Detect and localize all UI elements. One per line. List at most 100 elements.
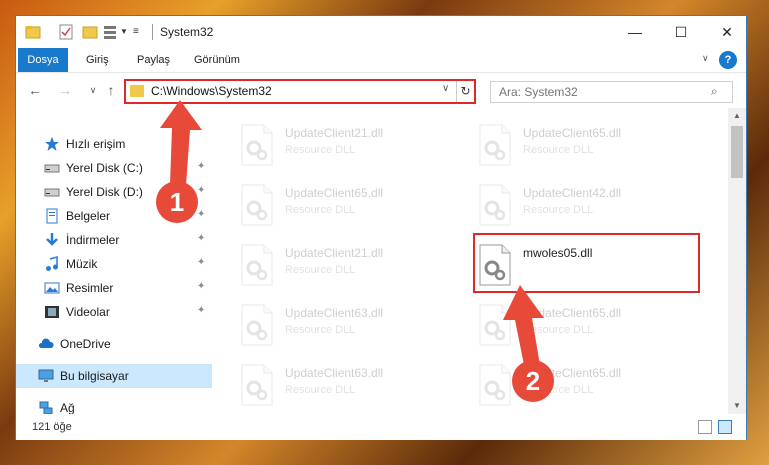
file-item[interactable]: UpdateClient63.dll Resource DLL: [232, 298, 452, 354]
pin-icon[interactable]: ✦: [197, 305, 205, 316]
title-bar: ▼ ≡ System32 — ☐ ✕: [16, 16, 746, 48]
pin-icon[interactable]: ✦: [197, 209, 205, 220]
sidebar-item[interactable]: Hızlı erişim: [16, 132, 212, 156]
search-box[interactable]: ⌕: [490, 81, 733, 103]
tab-gorunum[interactable]: Görünüm: [186, 48, 248, 72]
pin-icon[interactable]: ✦: [197, 233, 205, 244]
search-input[interactable]: [491, 82, 706, 102]
tab-dosya[interactable]: Dosya: [18, 48, 68, 72]
sidebar-item[interactable]: Resimler ✦: [16, 276, 212, 300]
sidebar-item[interactable]: OneDrive: [16, 332, 212, 356]
window-title: System32: [160, 25, 214, 39]
file-name: UpdateClient65.dll: [523, 126, 622, 140]
folder-icon: [25, 26, 41, 39]
folder-icon: [130, 85, 144, 97]
tab-giris[interactable]: Giriş: [78, 48, 117, 72]
file-name: UpdateClient63.dll: [285, 366, 384, 380]
navigation-bar: ← → ∨ ↑ C:\Windows\System32 ∨ ↻ ⌕: [16, 72, 746, 108]
file-item[interactable]: UpdateClient21.dll Resource DLL: [232, 238, 452, 294]
dll-file-icon: [478, 364, 512, 406]
computer-icon: [38, 368, 54, 384]
chevron-down-icon[interactable]: ▼: [120, 24, 130, 40]
file-name: UpdateClient63.dll: [285, 306, 384, 320]
file-explorer-window: ▼ ≡ System32 — ☐ ✕ Dosya Giriş Paylaş Gö…: [15, 15, 747, 440]
sidebar-item[interactable]: Yerel Disk (C:) ✦: [16, 156, 212, 180]
pin-icon[interactable]: ✦: [197, 185, 205, 196]
sidebar-item-label: Yerel Disk (C:): [66, 161, 143, 175]
expand-ribbon-icon[interactable]: ∨: [702, 53, 709, 64]
file-name: UpdateClient21.dll: [285, 126, 384, 140]
star-icon: [44, 136, 60, 152]
sidebar-item-label: Resimler: [66, 281, 114, 295]
navigation-pane: Hızlı erişim Yerel Disk (C:) ✦ Yerel Disk (…: [16, 108, 212, 415]
pictures-icon: [44, 280, 60, 296]
drive-icon: [44, 160, 60, 176]
sidebar-item-label: Bu bilgisayar: [60, 369, 129, 383]
drive-icon: [44, 184, 60, 200]
large-icons-view-icon[interactable]: [718, 420, 732, 434]
ribbon-tabs: Dosya Giriş Paylaş Görünüm ∨ ?: [16, 48, 746, 72]
sidebar-item[interactable]: Videolar ✦: [16, 300, 212, 324]
refresh-button[interactable]: ↻: [456, 81, 474, 102]
file-item[interactable]: UpdateClient65.dll Resource DLL: [470, 118, 690, 174]
sidebar-item-label: Videolar: [66, 305, 110, 319]
address-bar[interactable]: C:\Windows\System32 ∨ ↻: [124, 79, 476, 104]
status-bar: 121 öğe: [16, 414, 746, 440]
sidebar-item[interactable]: Bu bilgisayar: [16, 364, 212, 388]
dll-file-icon: [478, 184, 512, 226]
search-icon[interactable]: ⌕: [711, 84, 718, 99]
back-button[interactable]: ←: [26, 81, 44, 99]
file-name: UpdateClient42.dll: [523, 186, 622, 200]
sidebar-item-label: Belgeler: [66, 209, 111, 223]
pin-icon[interactable]: ✦: [197, 161, 205, 172]
sidebar-item[interactable]: İndirmeler ✦: [16, 228, 212, 252]
file-type: Resource DLL: [285, 264, 356, 276]
highlight-box: [473, 233, 700, 293]
forward-button[interactable]: →: [56, 81, 74, 99]
chevron-down-icon[interactable]: ∨: [442, 83, 449, 94]
details-view-icon[interactable]: [698, 420, 712, 434]
file-item[interactable]: UpdateClient65.dll Resource DLL: [470, 358, 690, 414]
file-item[interactable]: UpdateClient21.dll Resource DLL: [232, 118, 452, 174]
sidebar-item[interactable]: Müzik ✦: [16, 252, 212, 276]
file-item[interactable]: UpdateClient65.dll Resource DLL: [232, 178, 452, 234]
dll-file-icon: [240, 184, 274, 226]
address-path[interactable]: C:\Windows\System32: [151, 84, 272, 98]
close-button[interactable]: ✕: [704, 16, 750, 48]
documents-icon: [44, 208, 60, 224]
tab-paylas[interactable]: Paylaş: [129, 48, 178, 72]
dll-file-icon: [240, 304, 274, 346]
sidebar-item-label: Hızlı erişim: [66, 137, 126, 151]
file-item[interactable]: UpdateClient63.dll Resource DLL: [232, 358, 452, 414]
download-icon: [44, 232, 60, 248]
sidebar-item-label: OneDrive: [60, 337, 111, 351]
up-button[interactable]: ↑: [102, 81, 120, 99]
minimize-button[interactable]: —: [612, 16, 658, 48]
maximize-button[interactable]: ☐: [658, 16, 704, 48]
file-name: UpdateClient21.dll: [285, 246, 384, 260]
scroll-down-icon[interactable]: ▼: [728, 398, 746, 414]
scroll-up-icon[interactable]: ▲: [728, 108, 746, 124]
sidebar-item-label: İndirmeler: [66, 233, 120, 247]
help-button[interactable]: ?: [719, 51, 737, 69]
dll-file-icon: [478, 124, 512, 166]
sidebar-item-label: Yerel Disk (D:): [66, 185, 143, 199]
music-icon: [44, 256, 60, 272]
cloud-icon: [38, 336, 54, 352]
properties-icon[interactable]: [58, 24, 74, 40]
dll-file-icon: [240, 124, 274, 166]
dll-file-icon: [240, 244, 274, 286]
view-icon[interactable]: [103, 24, 117, 40]
file-item[interactable]: UpdateClient65.dll Resource DLL: [470, 298, 690, 354]
new-folder-icon[interactable]: [82, 24, 98, 40]
pin-icon[interactable]: ✦: [197, 257, 205, 268]
file-type: Resource DLL: [523, 204, 594, 216]
customize-toolbar-icon[interactable]: ≡: [133, 24, 141, 40]
file-type: Resource DLL: [285, 144, 356, 156]
file-type: Resource DLL: [285, 324, 356, 336]
file-item[interactable]: UpdateClient42.dll Resource DLL: [470, 178, 690, 234]
recent-locations-button[interactable]: ∨: [84, 81, 102, 99]
pin-icon[interactable]: ✦: [197, 281, 205, 292]
vertical-scrollbar[interactable]: ▲ ▼: [728, 108, 746, 414]
scroll-thumb[interactable]: [731, 126, 743, 178]
